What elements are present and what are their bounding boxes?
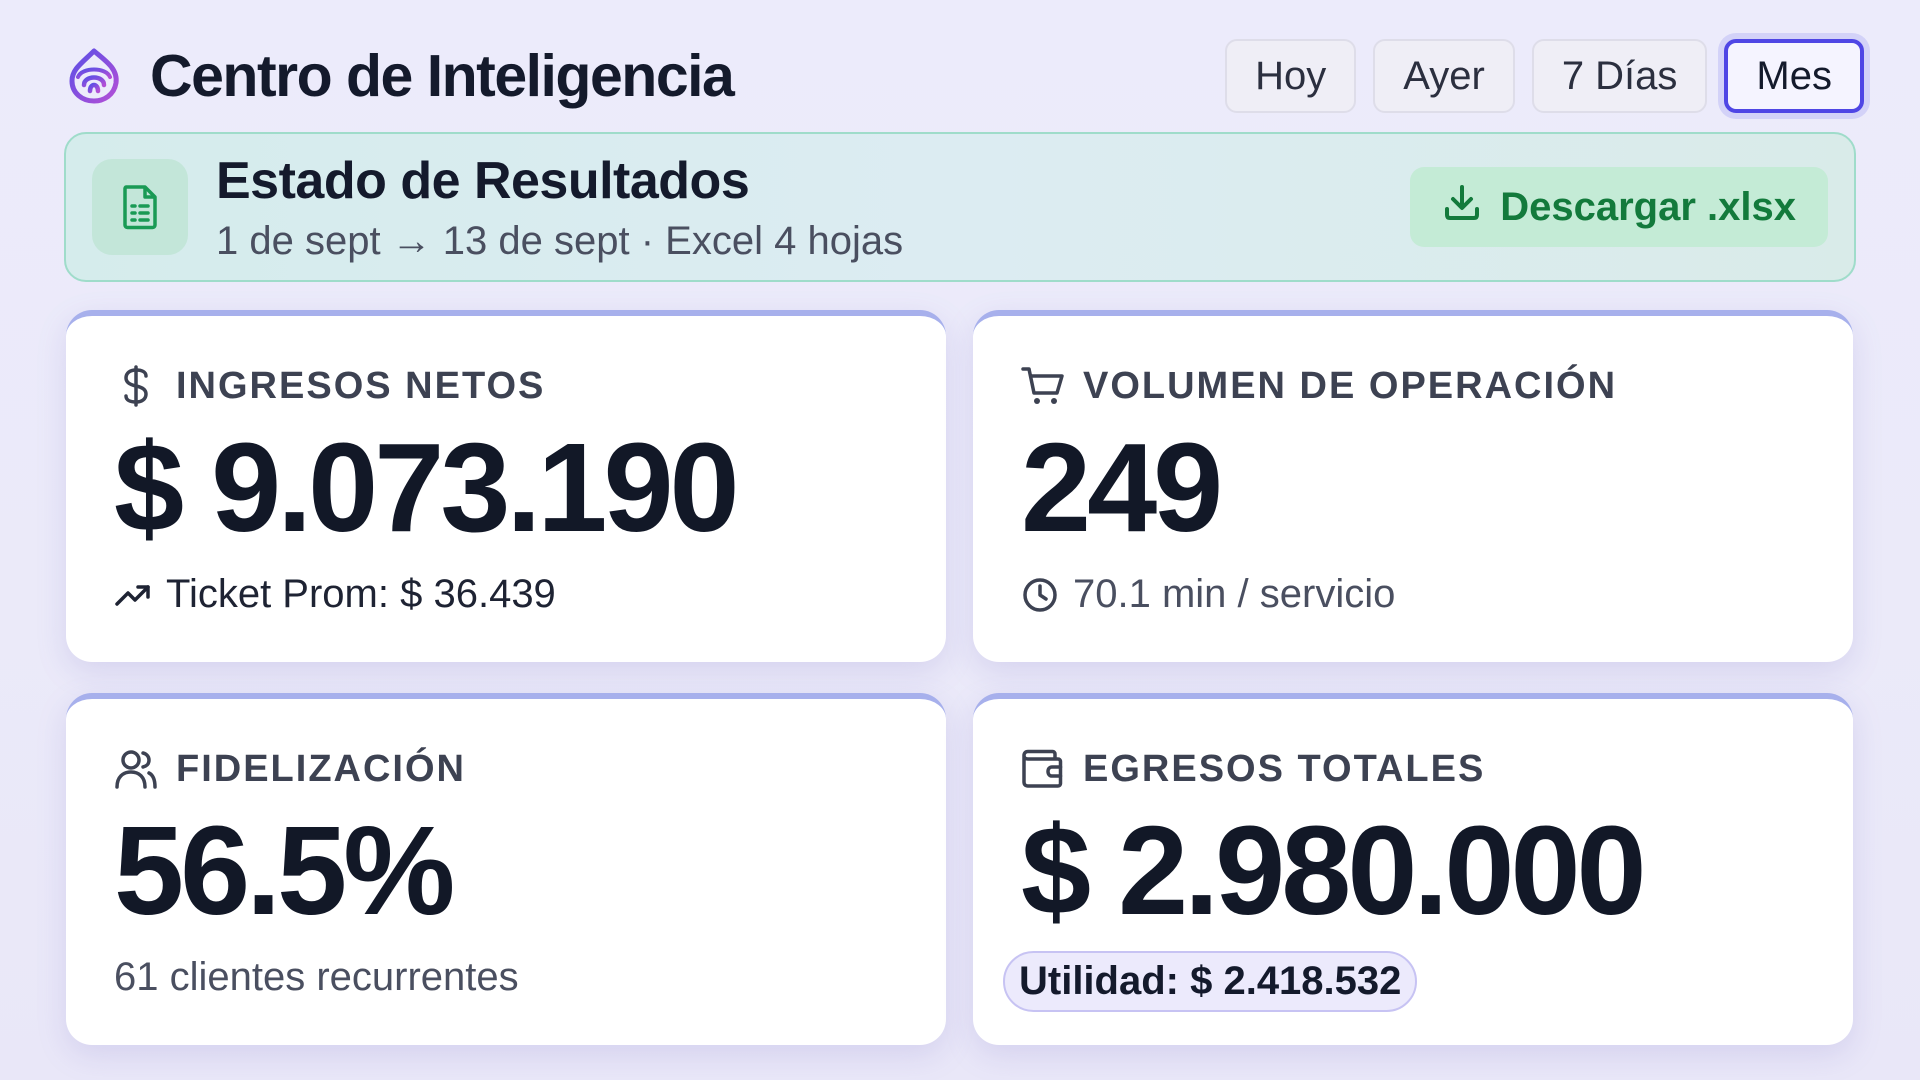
metric-card-volumen: VOLUMEN DE OPERACIÓN 249 70.1 min / serv… [973, 310, 1853, 662]
spreadsheet-file-icon [92, 159, 188, 255]
card-label-text: INGRESOS NETOS [176, 364, 546, 407]
users-icon [114, 747, 158, 791]
clock-icon [1021, 576, 1059, 614]
wallet-icon [1021, 747, 1065, 791]
shopping-cart-icon [1021, 364, 1065, 408]
tab-ayer[interactable]: Ayer [1373, 39, 1515, 113]
tab-hoy[interactable]: Hoy [1225, 39, 1357, 113]
card-footnote: 61 clientes recurrentes [114, 955, 946, 1000]
metric-card-ingresos: INGRESOS NETOS $ 9.073.190 Ticket Prom: … [66, 310, 946, 662]
card-label: VOLUMEN DE OPERACIÓN [1021, 364, 1853, 408]
trending-up-icon [114, 576, 152, 614]
profit-badge: Utilidad: $ 2.418.532 [1003, 951, 1418, 1012]
card-footnote: 70.1 min / servicio [1021, 572, 1853, 617]
report-title: Estado de Resultados [216, 151, 750, 210]
brand: Centro de Inteligencia [64, 42, 735, 110]
report-info: Estado de Resultados 1 de sept → 13 de s… [216, 151, 903, 264]
card-footnote-text: 70.1 min / servicio [1073, 572, 1396, 616]
card-footnote-text: 61 clientes recurrentes [114, 955, 519, 999]
card-value: 249 [1021, 417, 1223, 558]
card-label-text: EGRESOS TOTALES [1083, 747, 1486, 790]
card-label-text: VOLUMEN DE OPERACIÓN [1083, 364, 1618, 407]
card-footnote-text: Ticket Prom: $ 36.439 [166, 572, 556, 616]
tab-mes[interactable]: Mes [1724, 39, 1864, 113]
card-footnote: Ticket Prom: $ 36.439 [114, 572, 946, 617]
header: Centro de Inteligencia Hoy Ayer 7 Días M… [64, 30, 1864, 122]
card-label: FIDELIZACIÓN [114, 747, 946, 791]
date-range-tabs: Hoy Ayer 7 Días Mes [1225, 39, 1864, 113]
card-label: INGRESOS NETOS [114, 364, 946, 408]
download-label: Descargar .xlsx [1500, 184, 1796, 229]
page-title: Centro de Inteligencia [150, 43, 735, 109]
download-icon [1442, 182, 1482, 232]
report-banner: Estado de Resultados 1 de sept → 13 de s… [64, 132, 1856, 282]
metric-card-fidelizacion: FIDELIZACIÓN 56.5% 61 clientes recurrent… [66, 693, 946, 1045]
card-value: 56.5% [114, 800, 455, 941]
dollar-icon [114, 364, 158, 408]
card-label: EGRESOS TOTALES [1021, 747, 1853, 791]
download-xlsx-button[interactable]: Descargar .xlsx [1410, 167, 1828, 247]
metric-card-egresos: EGRESOS TOTALES $ 2.980.000 Utilidad: $ … [973, 693, 1853, 1045]
card-label-text: FIDELIZACIÓN [176, 747, 466, 790]
fingerprint-logo-icon [64, 46, 124, 106]
card-value: $ 9.073.190 [114, 417, 740, 558]
report-subtitle: 1 de sept → 13 de sept · Excel 4 hojas [216, 218, 904, 263]
tab-7-dias[interactable]: 7 Días [1531, 39, 1708, 113]
card-value: $ 2.980.000 [1021, 800, 1647, 941]
